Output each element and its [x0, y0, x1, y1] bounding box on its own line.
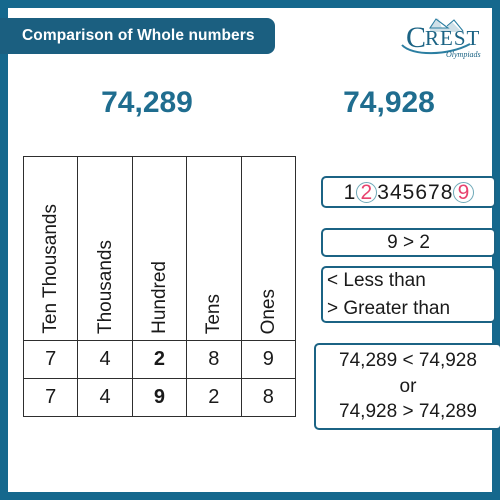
result-line-less-than: 74,289 < 74,928 [339, 350, 477, 372]
number-left: 74,289 [101, 86, 193, 119]
digit-3: 3 [377, 180, 389, 204]
page-title: Comparison of Whole numbers [22, 27, 255, 44]
table-header-row: Ten Thousands Thousands Hundred Tens One… [22, 156, 297, 341]
digit-comparison-box: 9 > 2 [321, 228, 496, 257]
table-cell-highlighted: 9 [131, 378, 188, 417]
table-cell: 8 [186, 340, 242, 379]
digit-strip-box: 123456789 [321, 176, 496, 208]
svg-text:Olympiads: Olympiads [446, 50, 481, 59]
result-line-or: or [399, 375, 417, 397]
table-row: 7 4 2 8 9 [22, 340, 297, 379]
digit-circled-2: 2 [355, 181, 377, 203]
table-cell: 9 [240, 340, 297, 379]
place-value-header-thousands: Thousands [94, 239, 116, 334]
digit-comparison-text: 9 > 2 [387, 231, 430, 253]
table-header-cell: Hundred [131, 156, 188, 341]
table-header-cell: Tens [186, 156, 242, 341]
table-cell: 7 [22, 378, 79, 417]
table-cell: 4 [77, 340, 133, 379]
digit-1: 1 [343, 180, 356, 204]
table-cell-highlighted: 2 [131, 340, 188, 379]
symbol-legend-box: < Less than > Greater than [321, 266, 496, 323]
table-cell: 7 [22, 340, 79, 379]
digit-strip: 123456789 [343, 180, 474, 204]
digit-4: 4 [389, 180, 402, 204]
digit-7: 7 [428, 180, 440, 204]
table-header-cell: Ten Thousands [22, 156, 79, 341]
place-value-header-hundred: Hundred [148, 261, 170, 334]
number-right: 74,928 [343, 86, 435, 119]
table-header-cell: Ones [240, 156, 297, 341]
result-box: 74,289 < 74,928 or 74,928 > 74,289 [314, 343, 500, 430]
digit-circled-9: 9 [452, 181, 474, 203]
worksheet-page: Comparison of Whole numbers C REST Olymp… [0, 0, 500, 500]
place-value-header-tens: Tens [203, 293, 225, 334]
svg-text:REST: REST [425, 26, 480, 50]
worksheet-sheet: Comparison of Whole numbers C REST Olymp… [0, 8, 500, 492]
digit-8: 8 [440, 180, 453, 204]
table-cell: 8 [240, 378, 297, 417]
digit-5: 5 [402, 180, 415, 204]
crest-olympiads-logo: C REST Olympiads [390, 12, 482, 64]
table-header-cell: Thousands [77, 156, 133, 341]
legend-less-than: < Less than [327, 269, 426, 291]
place-value-header-ten-thousands: Ten Thousands [40, 204, 62, 334]
result-line-greater-than: 74,928 > 74,289 [339, 401, 477, 423]
digit-6: 6 [415, 180, 428, 204]
table-row: 7 4 9 2 8 [22, 378, 297, 417]
table-cell: 4 [77, 378, 133, 417]
legend-greater-than: > Greater than [327, 297, 451, 319]
page-title-banner: Comparison of Whole numbers [0, 18, 275, 54]
table-cell: 2 [186, 378, 242, 417]
place-value-header-ones: Ones [257, 288, 279, 334]
place-value-table: Ten Thousands Thousands Hundred Tens One… [22, 156, 297, 417]
